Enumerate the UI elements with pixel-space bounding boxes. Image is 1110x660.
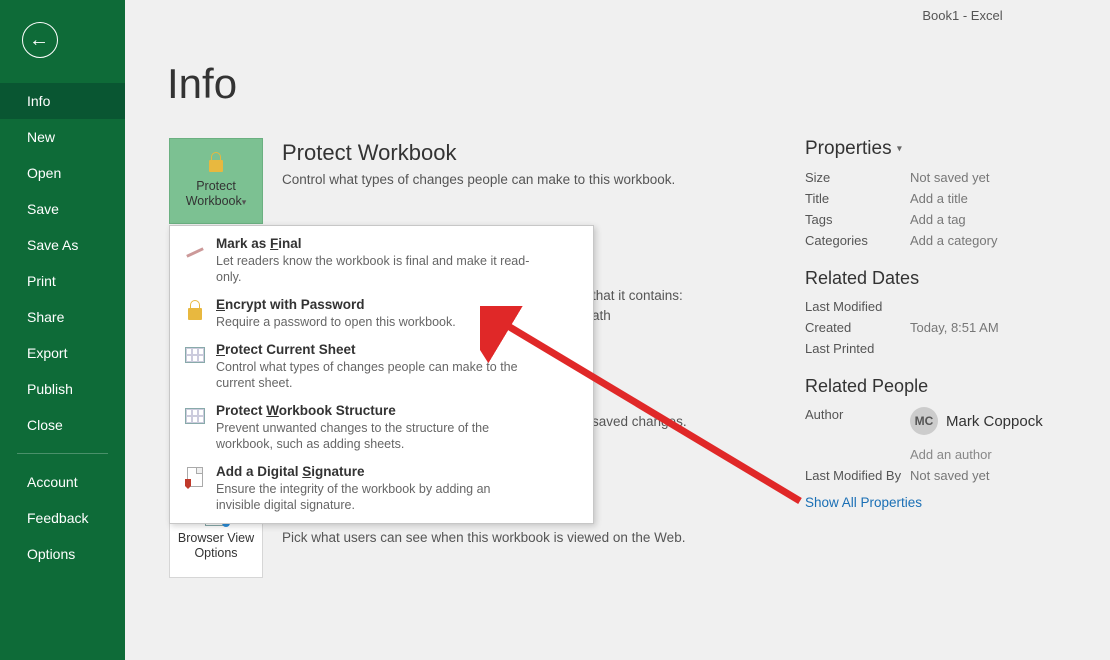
menu-desc: Ensure the integrity of the workbook by … [216, 481, 536, 513]
nav-item-save[interactable]: Save [0, 191, 125, 227]
nav-primary: Info New Open Save Save As Print Share E… [0, 83, 125, 572]
protect-section-title: Protect Workbook [282, 140, 842, 166]
show-all-properties-link[interactable]: Show All Properties [805, 495, 1105, 510]
protect-workbook-menu: Mark as Final Let readers know the workb… [169, 225, 594, 524]
protect-section-desc: Control what types of changes people can… [282, 172, 842, 187]
menu-protect-structure[interactable]: Protect Workbook Structure Prevent unwan… [170, 397, 593, 458]
window-title: Book1 - Excel [125, 8, 1110, 23]
prop-row-tags[interactable]: Tags Add a tag [805, 212, 1105, 227]
menu-desc: Prevent unwanted changes to the structur… [216, 420, 536, 452]
menu-title: Mark as Final [216, 236, 536, 251]
menu-encrypt-password[interactable]: Encrypt with Password Require a password… [170, 291, 593, 336]
menu-title: Protect Current Sheet [216, 342, 536, 357]
prop-row-last-modified-by: Last Modified By Not saved yet [805, 468, 1105, 483]
prop-row-categories[interactable]: Categories Add a category [805, 233, 1105, 248]
nav-divider [17, 453, 108, 454]
content-area: Book1 - Excel Info Protect Workbook▾ ↖ P… [125, 0, 1110, 660]
menu-title: Add a Digital Signature [216, 464, 536, 479]
browser-view-section: Pick what users can see when this workbo… [282, 524, 842, 545]
protect-section: Protect Workbook Control what types of c… [282, 140, 842, 187]
properties-heading[interactable]: Properties ▾ [805, 138, 1105, 160]
author-block[interactable]: MC Mark Coppock [910, 407, 1043, 435]
prop-row-last-printed: Last Printed [805, 341, 1105, 356]
related-dates-heading: Related Dates [805, 268, 1105, 289]
menu-desc: Require a password to open this workbook… [216, 314, 456, 330]
nav-item-publish[interactable]: Publish [0, 371, 125, 407]
protect-workbook-tile[interactable]: Protect Workbook▾ ↖ [169, 138, 263, 224]
nav-item-save-as[interactable]: Save As [0, 227, 125, 263]
back-arrow-icon: ← [29, 29, 49, 52]
nav-item-info[interactable]: Info [0, 83, 125, 119]
browser-tile-label: Browser View Options [178, 531, 254, 561]
protect-tile-label: Protect Workbook▾ [186, 179, 247, 210]
nav-item-share[interactable]: Share [0, 299, 125, 335]
nav-item-open[interactable]: Open [0, 155, 125, 191]
prop-row-add-author[interactable]: Add an author [805, 441, 1105, 462]
nav-item-close[interactable]: Close [0, 407, 125, 443]
prop-row-last-modified: Last Modified [805, 299, 1105, 314]
prop-row-size: Size Not saved yet [805, 170, 1105, 185]
nav-item-feedback[interactable]: Feedback [0, 500, 125, 536]
nav-item-new[interactable]: New [0, 119, 125, 155]
nav-item-options[interactable]: Options [0, 536, 125, 572]
prop-row-author: Author MC Mark Coppock [805, 407, 1105, 435]
page-heading: Info [167, 60, 237, 108]
related-people-heading: Related People [805, 376, 1105, 397]
nav-item-account[interactable]: Account [0, 464, 125, 500]
properties-pane: Properties ▾ Size Not saved yet Title Ad… [805, 138, 1105, 510]
sheet-lock-icon [182, 342, 208, 368]
lock-key-icon [182, 297, 208, 323]
prop-row-created: Created Today, 8:51 AM [805, 320, 1105, 335]
nav-item-export[interactable]: Export [0, 335, 125, 371]
menu-protect-sheet[interactable]: Protect Current Sheet Control what types… [170, 336, 593, 397]
chevron-down-icon: ▾ [897, 143, 902, 154]
signature-icon [182, 464, 208, 490]
browser-view-desc: Pick what users can see when this workbo… [282, 530, 842, 545]
back-button[interactable]: ← [22, 22, 58, 58]
prop-row-title[interactable]: Title Add a title [805, 191, 1105, 206]
brush-icon [182, 236, 208, 262]
author-name: Mark Coppock [946, 413, 1043, 430]
menu-mark-as-final[interactable]: Mark as Final Let readers know the workb… [170, 230, 593, 291]
menu-desc: Let readers know the workbook is final a… [216, 253, 536, 285]
avatar: MC [910, 407, 938, 435]
menu-digital-signature[interactable]: Add a Digital Signature Ensure the integ… [170, 458, 593, 519]
structure-lock-icon [182, 403, 208, 429]
backstage-sidebar: ← Info New Open Save Save As Print Share… [0, 0, 125, 660]
menu-desc: Control what types of changes people can… [216, 359, 536, 391]
menu-title: Encrypt with Password [216, 297, 456, 312]
lock-icon [209, 152, 223, 172]
menu-title: Protect Workbook Structure [216, 403, 536, 418]
nav-item-print[interactable]: Print [0, 263, 125, 299]
